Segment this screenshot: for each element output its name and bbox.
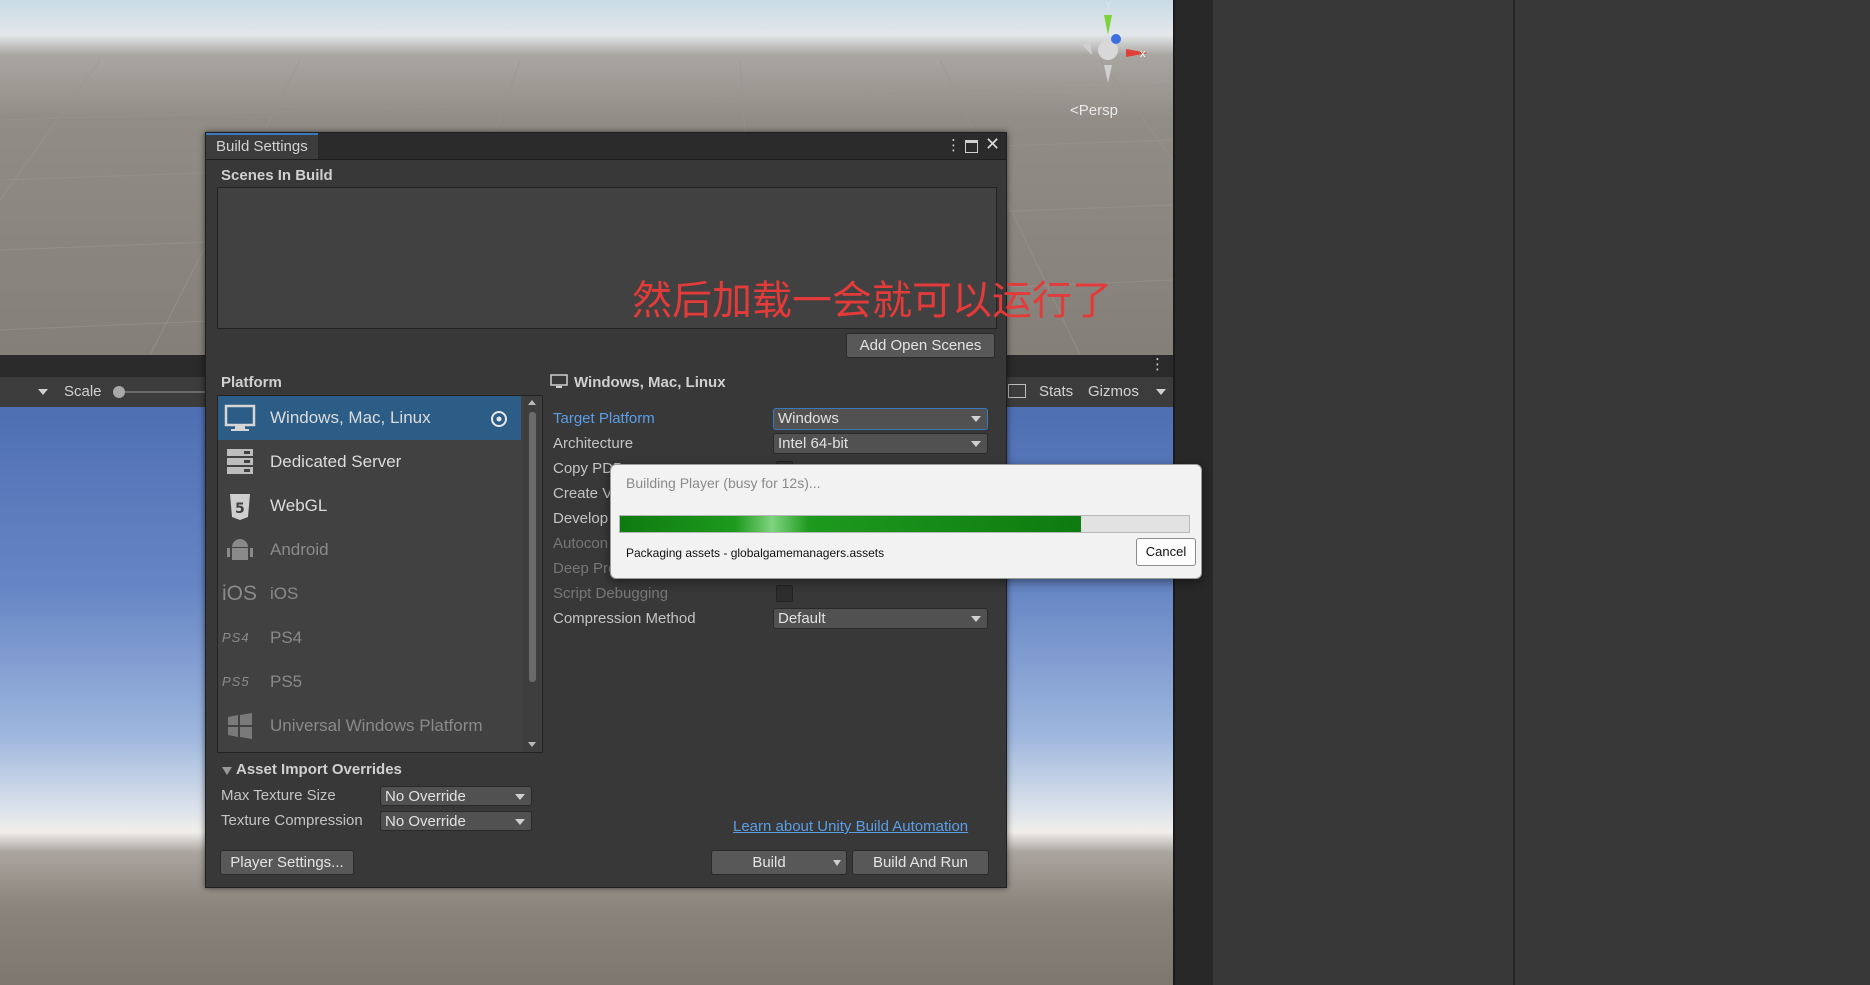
platform-header: Platform	[221, 374, 282, 391]
monitor-icon	[550, 374, 568, 388]
platform-label: PS5	[270, 672, 303, 691]
progress-title: Building Player (busy for 12s)...	[626, 475, 821, 491]
texture-compression-label: Texture Compression	[221, 812, 363, 829]
ios-icon: iOS	[222, 582, 258, 605]
more-options-icon[interactable]: ⋮	[946, 136, 961, 154]
platform-label: Dedicated Server	[270, 452, 402, 471]
scale-label: Scale	[64, 383, 102, 400]
platform-item-webgl[interactable]: 5 WebGL	[218, 484, 521, 528]
architecture-label: Architecture	[553, 435, 634, 452]
dropdown-value: No Override	[385, 788, 466, 805]
platform-item-uwp[interactable]: Universal Windows Platform	[218, 704, 521, 748]
progress-bar-fill	[620, 516, 1081, 532]
platform-item-ps5[interactable]: PS5 PS5	[218, 660, 521, 704]
dropdown-value: Windows	[778, 410, 839, 427]
platform-detail-header: Windows, Mac, Linux	[574, 374, 726, 391]
platform-label: Windows, Mac, Linux	[270, 408, 431, 427]
chevron-down-icon	[971, 616, 981, 622]
compression-method-label: Compression Method	[553, 610, 696, 627]
scale-slider[interactable]	[113, 386, 205, 398]
platform-item-android[interactable]: Android	[218, 528, 521, 572]
chevron-down-icon	[515, 794, 525, 800]
chevron-down-icon	[971, 416, 981, 422]
server-icon	[227, 449, 253, 474]
chevron-down-icon	[971, 441, 981, 447]
platform-list[interactable]: Windows, Mac, Linux Dedicated Server 5 W…	[217, 395, 543, 753]
axis-y-label: y	[1106, 0, 1111, 10]
texture-compression-dropdown[interactable]: No Override	[380, 811, 532, 831]
platform-item-ios[interactable]: iOS iOS	[218, 572, 521, 616]
target-platform-label: Target Platform	[553, 410, 655, 427]
learn-build-automation-link[interactable]: Learn about Unity Build Automation	[733, 818, 968, 835]
create-vs-label: Create V	[553, 485, 613, 502]
html5-icon: 5	[230, 494, 250, 520]
dropdown-value: Intel 64-bit	[778, 435, 849, 452]
chevron-down-icon	[515, 819, 525, 825]
platform-label: Android	[270, 540, 329, 559]
ps5-icon: PS5	[222, 674, 250, 689]
build-label: Build	[752, 854, 786, 871]
max-texture-size-dropdown[interactable]: No Override	[380, 786, 532, 806]
dropdown-value: Default	[778, 610, 826, 627]
maximize-icon[interactable]	[965, 140, 978, 153]
build-and-run-button[interactable]: Build And Run	[852, 850, 989, 875]
script-debugging-label: Script Debugging	[553, 585, 669, 602]
android-icon	[227, 539, 253, 560]
cancel-button[interactable]: Cancel	[1136, 538, 1196, 566]
platform-label: Universal Windows Platform	[270, 716, 483, 735]
platform-item-dedicated-server[interactable]: Dedicated Server	[218, 440, 521, 484]
monitor-icon	[224, 404, 256, 431]
platform-label: PS4	[270, 628, 303, 647]
platform-scrollbar[interactable]	[523, 396, 541, 752]
inspector-panel	[1213, 0, 1515, 985]
ps4-icon: PS4	[222, 630, 250, 645]
build-dropdown-icon[interactable]	[833, 860, 841, 866]
foldout-arrow-icon[interactable]	[222, 767, 232, 775]
script-debugging-checkbox[interactable]	[776, 585, 793, 602]
build-progress-dialog: Building Player (busy for 12s)... Packag…	[610, 464, 1202, 579]
add-open-scenes-button[interactable]: Add Open Scenes	[846, 333, 995, 358]
compression-method-dropdown[interactable]: Default	[773, 608, 988, 629]
gizmos-dropdown-icon[interactable]	[1156, 389, 1166, 395]
build-button[interactable]: Build	[711, 850, 847, 875]
platform-item-ps4[interactable]: PS4 PS4	[218, 616, 521, 660]
max-texture-size-label: Max Texture Size	[221, 787, 336, 804]
scenes-in-build-header: Scenes In Build	[221, 167, 333, 184]
scroll-down-icon[interactable]	[528, 742, 536, 747]
annotation-text: 然后加载一会就可以运行了	[632, 278, 1112, 324]
architecture-dropdown[interactable]: Intel 64-bit	[773, 433, 988, 454]
player-settings-button[interactable]: Player Settings...	[220, 850, 354, 875]
window-tab-bar: Build Settings ⋮ ✕	[206, 133, 1006, 160]
chevron-down-icon[interactable]	[38, 389, 48, 395]
platform-label: WebGL	[270, 496, 328, 515]
progress-bar	[619, 515, 1190, 533]
unity-logo-icon	[491, 411, 507, 427]
scroll-up-icon[interactable]	[528, 400, 536, 405]
keyboard-icon[interactable]	[1008, 384, 1026, 398]
development-label: Develop	[553, 510, 609, 527]
platform-item-windows-mac-linux[interactable]: Windows, Mac, Linux	[218, 396, 521, 440]
window-title-tab[interactable]: Build Settings	[206, 133, 318, 159]
progress-status: Packaging assets - globalgamemanagers.as…	[626, 546, 885, 560]
dropdown-value: No Override	[385, 813, 466, 830]
scrollbar-thumb[interactable]	[529, 412, 536, 682]
target-platform-dropdown[interactable]: Windows	[773, 408, 988, 430]
stats-button[interactable]: Stats	[1039, 383, 1073, 400]
close-icon[interactable]: ✕	[985, 134, 1000, 155]
windows-icon	[228, 713, 252, 739]
asset-import-overrides-header[interactable]: Asset Import Overrides	[236, 761, 402, 778]
project-panel	[1515, 0, 1870, 985]
more-options-icon[interactable]: ⋮	[1150, 355, 1165, 373]
persp-label[interactable]: <Persp	[1070, 102, 1118, 119]
axis-x-label: x	[1140, 48, 1146, 60]
scale-slider-handle[interactable]	[113, 386, 125, 398]
platform-label: iOS	[270, 584, 299, 603]
gizmos-button[interactable]: Gizmos	[1088, 383, 1139, 400]
autoconnect-label: Autocon	[553, 535, 609, 552]
deep-profiling-label: Deep Pro	[553, 560, 617, 577]
orientation-gizmo-icon[interactable]: y x	[1068, 0, 1148, 85]
svg-text:5: 5	[235, 501, 245, 517]
